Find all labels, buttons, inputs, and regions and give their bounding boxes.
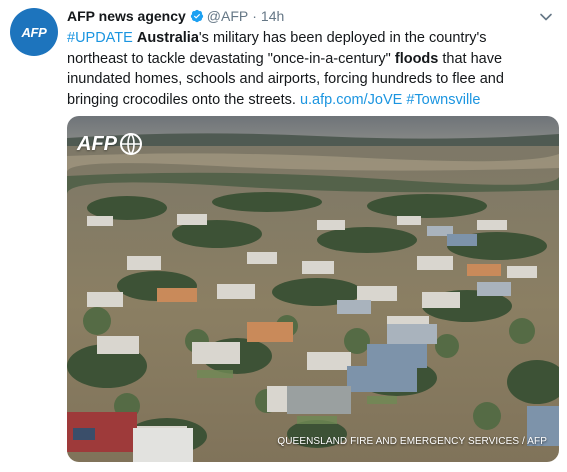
globe-icon — [120, 133, 142, 155]
header-separator: · — [252, 8, 257, 24]
avatar-logo-text: AFP — [21, 24, 47, 40]
account-handle[interactable]: @AFP — [207, 8, 248, 24]
verified-badge-icon — [190, 9, 203, 23]
tweet-timestamp[interactable]: 14h — [261, 8, 284, 24]
hashtag-townsville[interactable]: #Townsville — [406, 92, 480, 108]
account-name[interactable]: AFP news agency — [67, 8, 186, 24]
keyword-australia: Australia — [136, 30, 199, 46]
watermark-text: AFP — [77, 132, 117, 155]
hashtag-update[interactable]: #UPDATE — [67, 30, 133, 46]
tweet-card[interactable]: AFP AFP news agency @AFP · 14h #UPDATE A… — [0, 0, 567, 472]
keyword-floods: floods — [394, 50, 439, 67]
afp-watermark: AFP — [77, 132, 143, 156]
tweet-photo[interactable]: AFP QUEENSLAND FIRE AND EMERGENCY SERVIC… — [67, 116, 559, 462]
tweet-text: #UPDATE Australia's military has been de… — [67, 28, 547, 110]
photo-credit: QUEENSLAND FIRE AND EMERGENCY SERVICES /… — [277, 436, 547, 447]
article-link[interactable]: u.afp.com/JoVE — [300, 92, 402, 108]
flood-aerial-photo — [67, 116, 559, 462]
avatar[interactable]: AFP — [10, 8, 58, 56]
chevron-down-icon[interactable] — [539, 10, 553, 24]
tweet-header: AFP news agency @AFP · 14h — [67, 7, 284, 25]
